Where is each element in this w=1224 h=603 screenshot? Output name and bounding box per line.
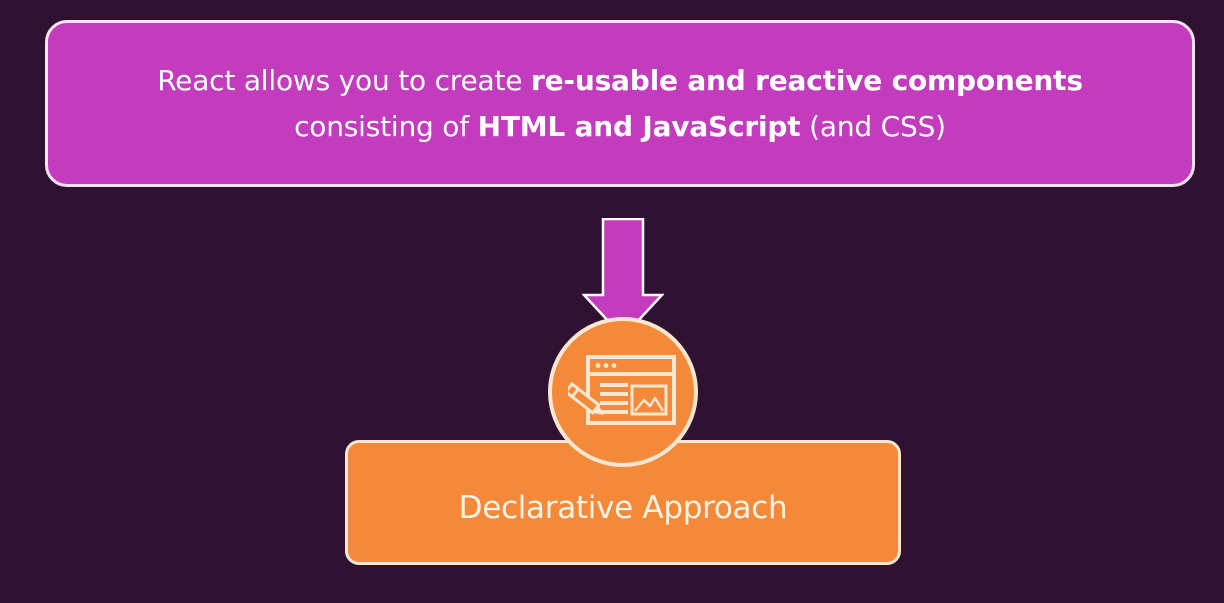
declarative-approach-label: Declarative Approach bbox=[458, 489, 788, 526]
headline-line-1-emphasis: re-usable and reactive components bbox=[531, 63, 1083, 97]
headline-line-2: consisting of HTML and JavaScript (and C… bbox=[294, 104, 946, 150]
headline-line-2-emphasis: HTML and JavaScript bbox=[477, 109, 801, 143]
headline-line-2-suffix: (and CSS) bbox=[800, 109, 946, 143]
headline-box: React allows you to create re-usable and… bbox=[45, 20, 1195, 187]
headline-line-2-text: consisting of bbox=[294, 109, 478, 143]
icon-badge bbox=[548, 317, 698, 467]
headline-line-1-text: React allows you to create bbox=[157, 63, 532, 97]
headline-line-1: React allows you to create re-usable and… bbox=[157, 58, 1083, 104]
web-page-edit-icon bbox=[568, 355, 676, 425]
